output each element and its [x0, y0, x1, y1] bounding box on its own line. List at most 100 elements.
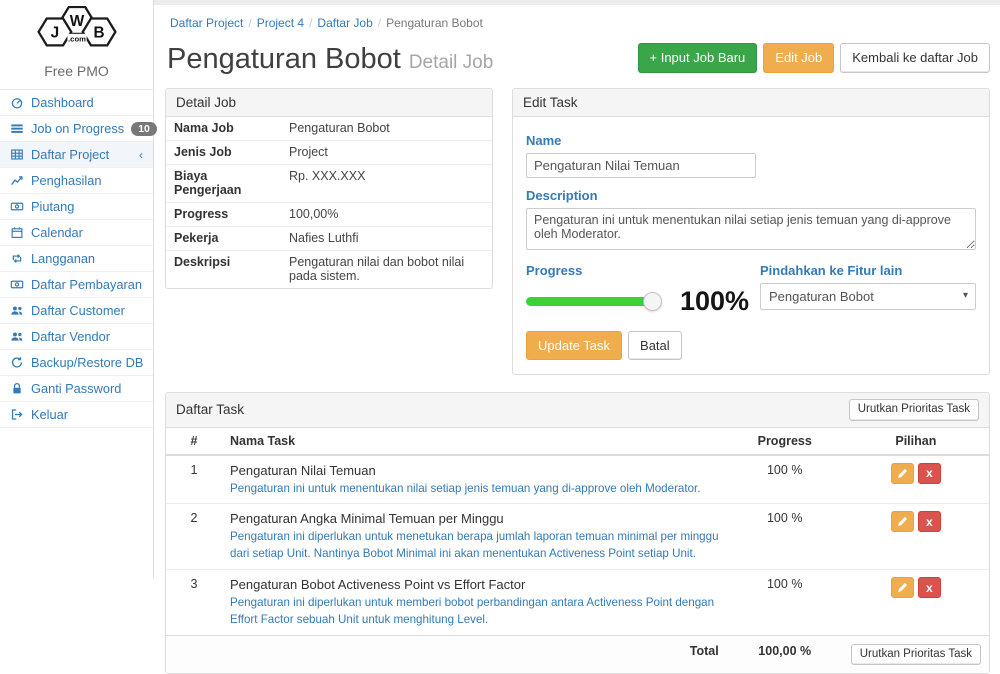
sidebar-item-label: Daftar Customer [31, 303, 145, 318]
refresh-icon [9, 356, 24, 369]
sidebar-item-calendar[interactable]: Calendar [0, 220, 153, 246]
col-header-progress: Progress [727, 428, 843, 455]
breadcrumb-link-daftar-project[interactable]: Daftar Project [170, 16, 243, 30]
edit-task-button[interactable] [891, 511, 914, 532]
progress-slider-handle[interactable] [643, 292, 662, 311]
breadcrumb-link-project-4[interactable]: Project 4 [257, 16, 304, 30]
pencil-icon [897, 516, 908, 527]
task-description: Pengaturan ini diperlukan untuk memberi … [230, 595, 719, 629]
task-table: # Nama Task Progress Pilihan 1 Pengatura… [166, 428, 989, 674]
sidebar-item-label: Daftar Vendor [31, 329, 145, 344]
daftar-task-panel-title: Daftar Task [176, 402, 244, 417]
detail-job-table: Nama JobPengaturan Bobot Jenis JobProjec… [166, 117, 492, 288]
sidebar-item-label: Keluar [31, 407, 145, 422]
delete-task-button[interactable]: x [918, 577, 941, 598]
sidebar-item-ganti-password[interactable]: Ganti Password [0, 376, 153, 402]
progress-slider[interactable] [526, 297, 658, 306]
breadcrumb: Daftar Project/Project 4/Daftar Job/Peng… [165, 5, 990, 39]
total-label: Total [222, 635, 727, 673]
update-task-button[interactable]: Update Task [526, 331, 622, 361]
breadcrumb-current: Pengaturan Bobot [386, 16, 483, 30]
table-row: DeskripsiPengaturan nilai dan bobot nila… [166, 250, 492, 288]
sidebar-item-label: Backup/Restore DB [31, 355, 145, 370]
sidebar-item-label: Piutang [31, 199, 145, 214]
svg-text:.com: .com [68, 35, 86, 44]
money-icon [9, 200, 24, 213]
sidebar-item-keluar[interactable]: Keluar [0, 402, 153, 428]
chart-line-icon [9, 174, 24, 187]
sign-out-icon [9, 408, 24, 421]
feature-select-value: Pengaturan Bobot [769, 289, 874, 304]
table-row: Biaya PengerjaanRp. XXX.XXX [166, 164, 492, 202]
delete-task-button[interactable]: x [918, 511, 941, 532]
list-icon [9, 122, 24, 135]
name-label: Name [526, 133, 976, 148]
kembali-ke-daftar-job-button[interactable]: Kembali ke daftar Job [840, 43, 990, 73]
edit-task-button[interactable] [891, 463, 914, 484]
sidebar-item-langganan[interactable]: Langganan [0, 246, 153, 272]
task-row: 3 Pengaturan Bobot Activeness Point vs E… [166, 570, 989, 636]
edit-task-panel: Edit Task Name Description Pengaturan in… [512, 88, 990, 376]
feature-select[interactable]: Pengaturan Bobot ▾ [760, 283, 976, 310]
retweet-icon [9, 252, 24, 265]
col-header-options: Pilihan [843, 428, 989, 455]
lock-icon [9, 382, 24, 395]
input-job-baru-button[interactable]: + Input Job Baru [638, 43, 758, 73]
pencil-icon [897, 582, 908, 593]
task-no: 2 [166, 504, 222, 570]
edit-task-button[interactable] [891, 577, 914, 598]
progress-label: Progress [526, 263, 760, 278]
task-no: 3 [166, 570, 222, 636]
task-name-input[interactable] [526, 153, 756, 178]
page-subtitle: Detail Job [409, 52, 494, 73]
sidebar-item-daftar-customer[interactable]: Daftar Customer [0, 298, 153, 324]
task-name: Pengaturan Angka Minimal Temuan per Ming… [230, 511, 719, 526]
svg-text:W: W [69, 13, 84, 30]
sidebar-item-daftar-pembayaran[interactable]: Daftar Pembayaran [0, 272, 153, 298]
description-label: Description [526, 188, 976, 203]
edit-job-button[interactable]: Edit Job [763, 43, 834, 73]
money-icon [9, 278, 24, 291]
sidebar-item-label: Calendar [31, 225, 145, 240]
sidebar-item-label: Job on Progress [31, 121, 124, 136]
breadcrumb-link-daftar-job[interactable]: Daftar Job [317, 16, 372, 30]
sidebar-item-dashboard[interactable]: Dashboard [0, 90, 153, 116]
sidebar-item-backup-restore[interactable]: Backup/Restore DB [0, 350, 153, 376]
task-no: 1 [166, 455, 222, 504]
table-icon [9, 148, 24, 161]
sidebar-item-daftar-vendor[interactable]: Daftar Vendor [0, 324, 153, 350]
task-row: 1 Pengaturan Nilai Temuan Pengaturan ini… [166, 455, 989, 504]
sidebar-item-penghasilan[interactable]: Penghasilan [0, 168, 153, 194]
app-window: W J B .com Free PMO Dashboard Job on Pro… [0, 0, 1000, 578]
delete-task-button[interactable]: x [918, 463, 941, 484]
daftar-task-panel: Daftar Task Urutkan Prioritas Task # Nam… [165, 392, 990, 674]
table-row: Progress100,00% [166, 202, 492, 226]
move-feature-label: Pindahkan ke Fitur lain [760, 263, 976, 278]
sidebar-item-daftar-project[interactable]: Daftar Project ‹ [0, 142, 153, 168]
task-description-textarea[interactable]: Pengaturan ini untuk menentukan nilai se… [526, 208, 976, 250]
sidebar-item-label: Langganan [31, 251, 145, 266]
dashboard-icon [9, 96, 24, 109]
sidebar-item-label: Dashboard [31, 95, 145, 110]
page-title: Pengaturan BobotDetail Job [165, 44, 493, 76]
users-icon [9, 330, 24, 343]
jwb-logo-icon: W J B .com [27, 6, 127, 54]
svg-text:B: B [93, 25, 104, 42]
total-value: 100,00 % [727, 635, 843, 673]
task-progress: 100 % [727, 570, 843, 636]
caret-down-icon: ▾ [963, 290, 968, 301]
sidebar-item-label: Penghasilan [31, 173, 145, 188]
sidebar-item-job-on-progress[interactable]: Job on Progress 10 [0, 116, 153, 142]
sidebar-item-piutang[interactable]: Piutang [0, 194, 153, 220]
calendar-icon [9, 226, 24, 239]
urutkan-prioritas-task-button-top[interactable]: Urutkan Prioritas Task [849, 399, 979, 421]
task-row: 2 Pengaturan Angka Minimal Temuan per Mi… [166, 504, 989, 570]
task-name: Pengaturan Nilai Temuan [230, 463, 719, 478]
brand-name: Free PMO [0, 61, 153, 90]
table-row: PekerjaNafies Luthfi [166, 226, 492, 250]
edit-task-panel-title: Edit Task [513, 89, 989, 117]
batal-button[interactable]: Batal [628, 331, 682, 361]
task-progress: 100 % [727, 504, 843, 570]
urutkan-prioritas-task-button-bottom[interactable]: Urutkan Prioritas Task [851, 644, 981, 666]
users-icon [9, 304, 24, 317]
